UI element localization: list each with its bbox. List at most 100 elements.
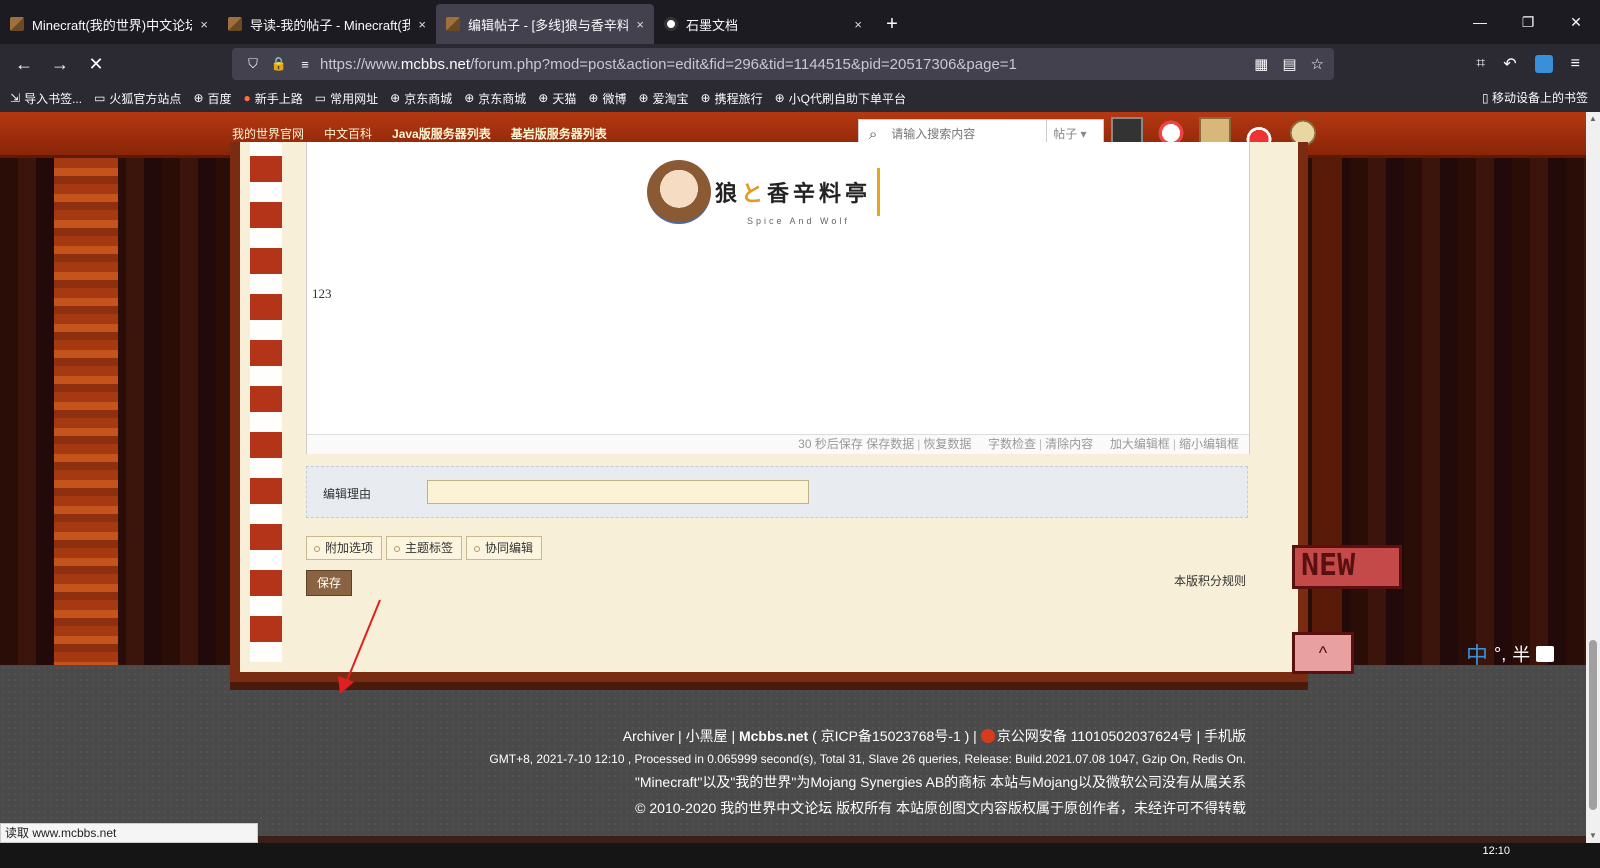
page-scrollbar[interactable]: ▲ ▼ xyxy=(1586,112,1600,843)
word-count-link[interactable]: 字数检查 xyxy=(988,437,1036,451)
globe-icon: ⊕ xyxy=(588,91,599,105)
minecraft-favicon-icon xyxy=(10,17,24,31)
taskbar: 12:10 xyxy=(0,843,1600,868)
reader-view-icon[interactable]: ▤ xyxy=(1282,55,1296,73)
footer-trademark: "Minecraft"以及"我的世界"为Mojang Synergies AB的… xyxy=(634,774,1246,790)
bookmark-item[interactable]: ⊕ 微博 xyxy=(588,90,626,107)
footer-brand[interactable]: Mcbbs.net xyxy=(739,728,808,744)
globe-icon: ⊕ xyxy=(464,91,475,105)
folder-icon: ▭ xyxy=(314,91,327,105)
globe-icon: ⊕ xyxy=(638,91,649,105)
url-bar[interactable]: ⛉ 🔒 ≡ https://www.mcbbs.net/forum.php?mo… xyxy=(232,48,1334,80)
tab-close-icon[interactable]: × xyxy=(418,17,426,32)
close-window-icon[interactable]: ✕ xyxy=(1552,0,1600,44)
page-viewport: 我的世界官网 中文百科 Java版服务器列表 基岩版服务器列表 ⌕ 帖子 ▾ 狼… xyxy=(0,112,1586,868)
tab-title: 编辑帖子 - [多线]狼与香辛料亭 xyxy=(468,17,629,33)
back-to-top-button[interactable]: ^ xyxy=(1292,632,1354,674)
save-button[interactable]: 保存 xyxy=(306,570,352,596)
bookmark-item[interactable]: ⇲ 导入书签... xyxy=(10,90,82,107)
shield-icon[interactable]: ⛉ xyxy=(242,56,264,72)
post-options: 附加选项 主题标签 协同编辑 xyxy=(306,536,543,560)
book-spine-decoration xyxy=(250,142,282,662)
clear-content-link[interactable]: 清除内容 xyxy=(1045,437,1093,451)
bookmark-item[interactable]: ⊕ 携程旅行 xyxy=(701,90,763,107)
tab-mcbbs-home[interactable]: Minecraft(我的世界)中文论坛- × xyxy=(0,4,218,44)
scroll-up-icon[interactable]: ▲ xyxy=(1586,112,1600,126)
post-edit-panel: 狼と香辛料亭 Spice And Wolf 123 30 秒后保存 保存数据 | 恢… xyxy=(230,142,1308,682)
status-bar: 读取 www.mcbbs.net xyxy=(0,823,258,843)
minecraft-favicon-icon xyxy=(446,17,460,31)
post-editor[interactable]: 狼と香辛料亭 Spice And Wolf 123 30 秒后保存 保存数据 | 恢… xyxy=(306,142,1250,454)
import-icon: ⇲ xyxy=(10,91,21,105)
bookmark-item[interactable]: ▭ 常用网址 xyxy=(315,90,378,107)
bookmark-item[interactable]: ⊕ 京东商城 xyxy=(464,90,526,107)
police-record-link[interactable]: 京公网安备 11010502037624号 xyxy=(997,728,1193,744)
bookmark-item[interactable]: ▭ 火狐官方站点 xyxy=(94,90,181,107)
url-text[interactable]: https://www.mcbbs.net/forum.php?mod=post… xyxy=(320,56,1240,73)
site-footer: Archiver | 小黑屋 | Mcbbs.net ( 京ICP备150237… xyxy=(0,726,1246,818)
post-content[interactable]: 123 xyxy=(312,286,332,302)
icp-link[interactable]: ( 京ICP备15023768号-1 ) xyxy=(812,728,969,744)
edit-reason-input[interactable] xyxy=(427,480,809,504)
ime-width[interactable]: 半 xyxy=(1512,641,1530,667)
tab-close-icon[interactable]: × xyxy=(636,17,644,32)
extension-icon[interactable] xyxy=(1534,55,1553,73)
save-data-link[interactable]: 保存数据 xyxy=(866,437,914,451)
bookmark-item[interactable]: ⊕ 京东商城 xyxy=(390,90,452,107)
minimize-icon[interactable]: — xyxy=(1456,0,1504,44)
ime-indicator[interactable]: 中 °, 半 xyxy=(1466,638,1555,670)
taskbar-clock: 12:10 xyxy=(1482,845,1510,857)
footer-copyright: © 2010-2020 我的世界中文论坛 版权所有 本站原创图文内容版权属于原创… xyxy=(635,800,1246,816)
undo-icon[interactable]: ↶ xyxy=(1503,54,1516,74)
bookmark-item[interactable]: ⊕ 天猫 xyxy=(538,90,576,107)
toolbar-right: ⌗ ↶ ≡ xyxy=(1476,44,1580,84)
tab-close-icon[interactable]: × xyxy=(854,17,862,32)
stop-loading-icon[interactable]: ✕ xyxy=(78,54,114,75)
scroll-down-icon[interactable]: ▼ xyxy=(1586,829,1600,843)
ime-skin-icon[interactable] xyxy=(1536,646,1555,662)
tab-close-icon[interactable]: × xyxy=(200,17,208,32)
bookmark-star-icon[interactable]: ☆ xyxy=(1311,55,1324,73)
lava-decoration xyxy=(54,158,118,710)
tab-shimo-docs[interactable]: 石墨文档 × xyxy=(654,4,872,44)
editor-footer: 30 秒后保存 保存数据 | 恢复数据 字数检查 | 清除内容 加大编辑框 | 缩小编辑框 xyxy=(307,434,1249,454)
mobile-version-link[interactable]: 手机版 xyxy=(1204,728,1246,744)
archiver-link[interactable]: Archiver xyxy=(623,728,674,744)
folder-icon: ▭ xyxy=(94,91,106,105)
tab-my-posts[interactable]: 导读-我的帖子 - Minecraft(我的 × xyxy=(218,4,436,44)
autosave-timer: 30 秒后保存 xyxy=(798,437,863,451)
maximize-icon[interactable]: ❐ xyxy=(1504,0,1552,44)
mobile-bookmarks[interactable]: ▯ 移动设备上的书签 xyxy=(1482,84,1588,112)
forward-icon[interactable]: → xyxy=(42,54,78,75)
screenshot-icon[interactable]: ⌗ xyxy=(1476,55,1485,73)
permissions-icon[interactable]: ≡ xyxy=(294,57,316,72)
shimo-favicon-icon xyxy=(664,17,678,31)
menu-icon[interactable]: ≡ xyxy=(1571,55,1580,73)
restore-data-link[interactable]: 恢复数据 xyxy=(923,437,971,451)
qr-code-icon[interactable]: ▦ xyxy=(1254,55,1268,73)
bookmark-item[interactable]: ⊕ 百度 xyxy=(193,90,231,107)
new-tab-button[interactable]: + xyxy=(872,4,912,44)
globe-icon: ⊕ xyxy=(774,91,785,105)
bookmark-item[interactable]: ⊕ 爱淘宝 xyxy=(638,90,688,107)
lock-icon[interactable]: 🔒 xyxy=(268,56,290,72)
blacklist-link[interactable]: 小黑屋 xyxy=(686,728,728,744)
bookmark-item[interactable]: ● 新手上路 xyxy=(244,90,303,107)
back-icon[interactable]: ← xyxy=(6,54,42,75)
bookmark-item[interactable]: ⊕ 小Q代刷自助下单平台 xyxy=(775,90,906,107)
lava-decoration xyxy=(1312,158,1342,710)
search-icon[interactable]: ⌕ xyxy=(859,126,887,143)
extra-options-button[interactable]: 附加选项 xyxy=(306,536,383,560)
new-flag-badge[interactable]: NEW xyxy=(1292,545,1402,589)
ime-language[interactable]: 中 xyxy=(1466,638,1488,670)
enlarge-editor-link[interactable]: 加大编辑框 xyxy=(1110,437,1170,451)
tab-edit-post[interactable]: 编辑帖子 - [多线]狼与香辛料亭 × xyxy=(436,4,654,44)
credit-rules-link[interactable]: 本版积分规则 xyxy=(1174,572,1246,589)
logo-subtitle: Spice And Wolf xyxy=(747,216,850,226)
ime-punctuation[interactable]: °, xyxy=(1494,644,1506,665)
scrollbar-thumb[interactable] xyxy=(1589,640,1597,810)
shrink-editor-link[interactable]: 缩小编辑框 xyxy=(1179,437,1239,451)
globe-icon: ⊕ xyxy=(390,91,401,105)
co-edit-button[interactable]: 协同编辑 xyxy=(466,536,543,560)
topic-tags-button[interactable]: 主题标签 xyxy=(386,536,463,560)
